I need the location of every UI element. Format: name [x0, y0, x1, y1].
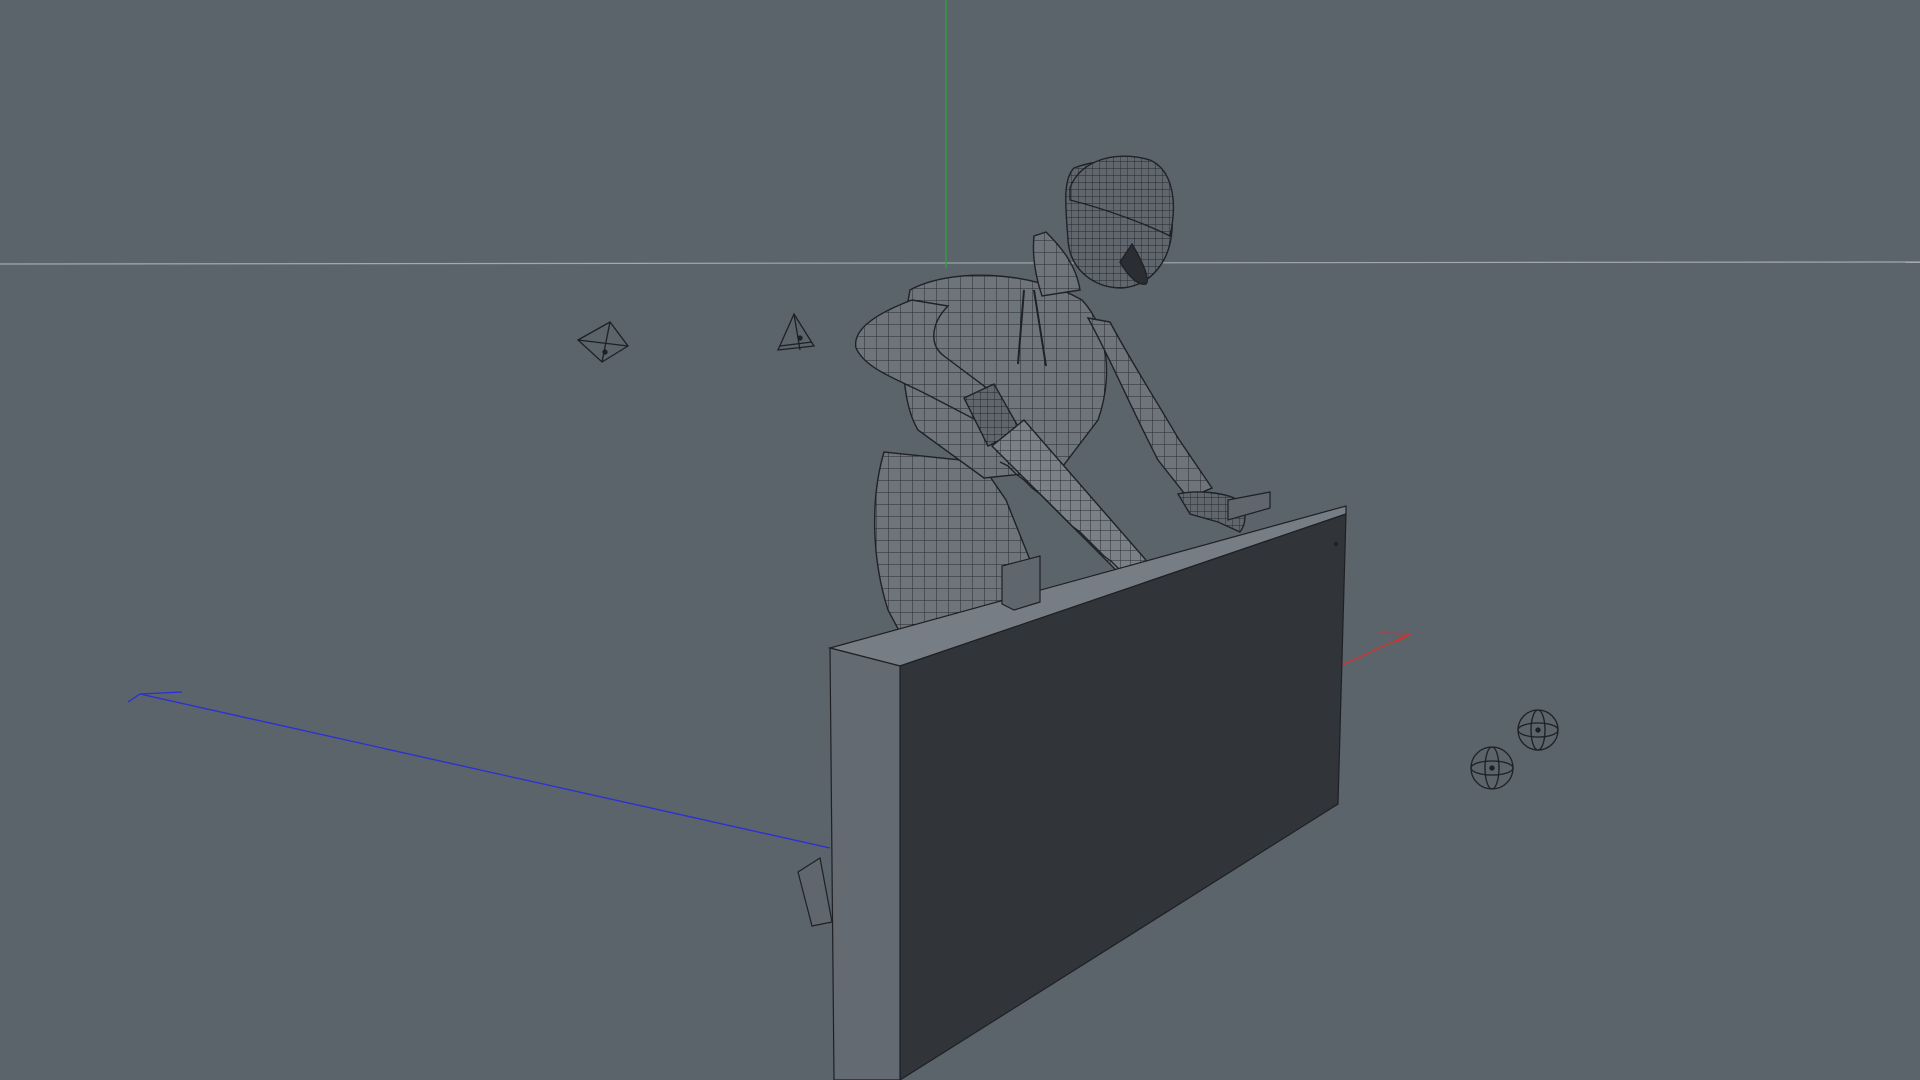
light-gizmo-icon[interactable] — [1470, 746, 1514, 790]
camera-gizmo-icon[interactable] — [576, 321, 629, 363]
z-axis-line — [139, 693, 831, 849]
3d-viewport[interactable] — [0, 0, 1920, 1080]
x-axis-line — [1341, 633, 1411, 666]
light-gizmo-icon[interactable] — [1517, 709, 1559, 751]
horizon-grid-line — [0, 261, 1920, 265]
scene-canvas[interactable] — [0, 0, 1920, 1080]
support-wedge — [797, 857, 833, 927]
camera-gizmo-icon[interactable] — [776, 312, 816, 351]
